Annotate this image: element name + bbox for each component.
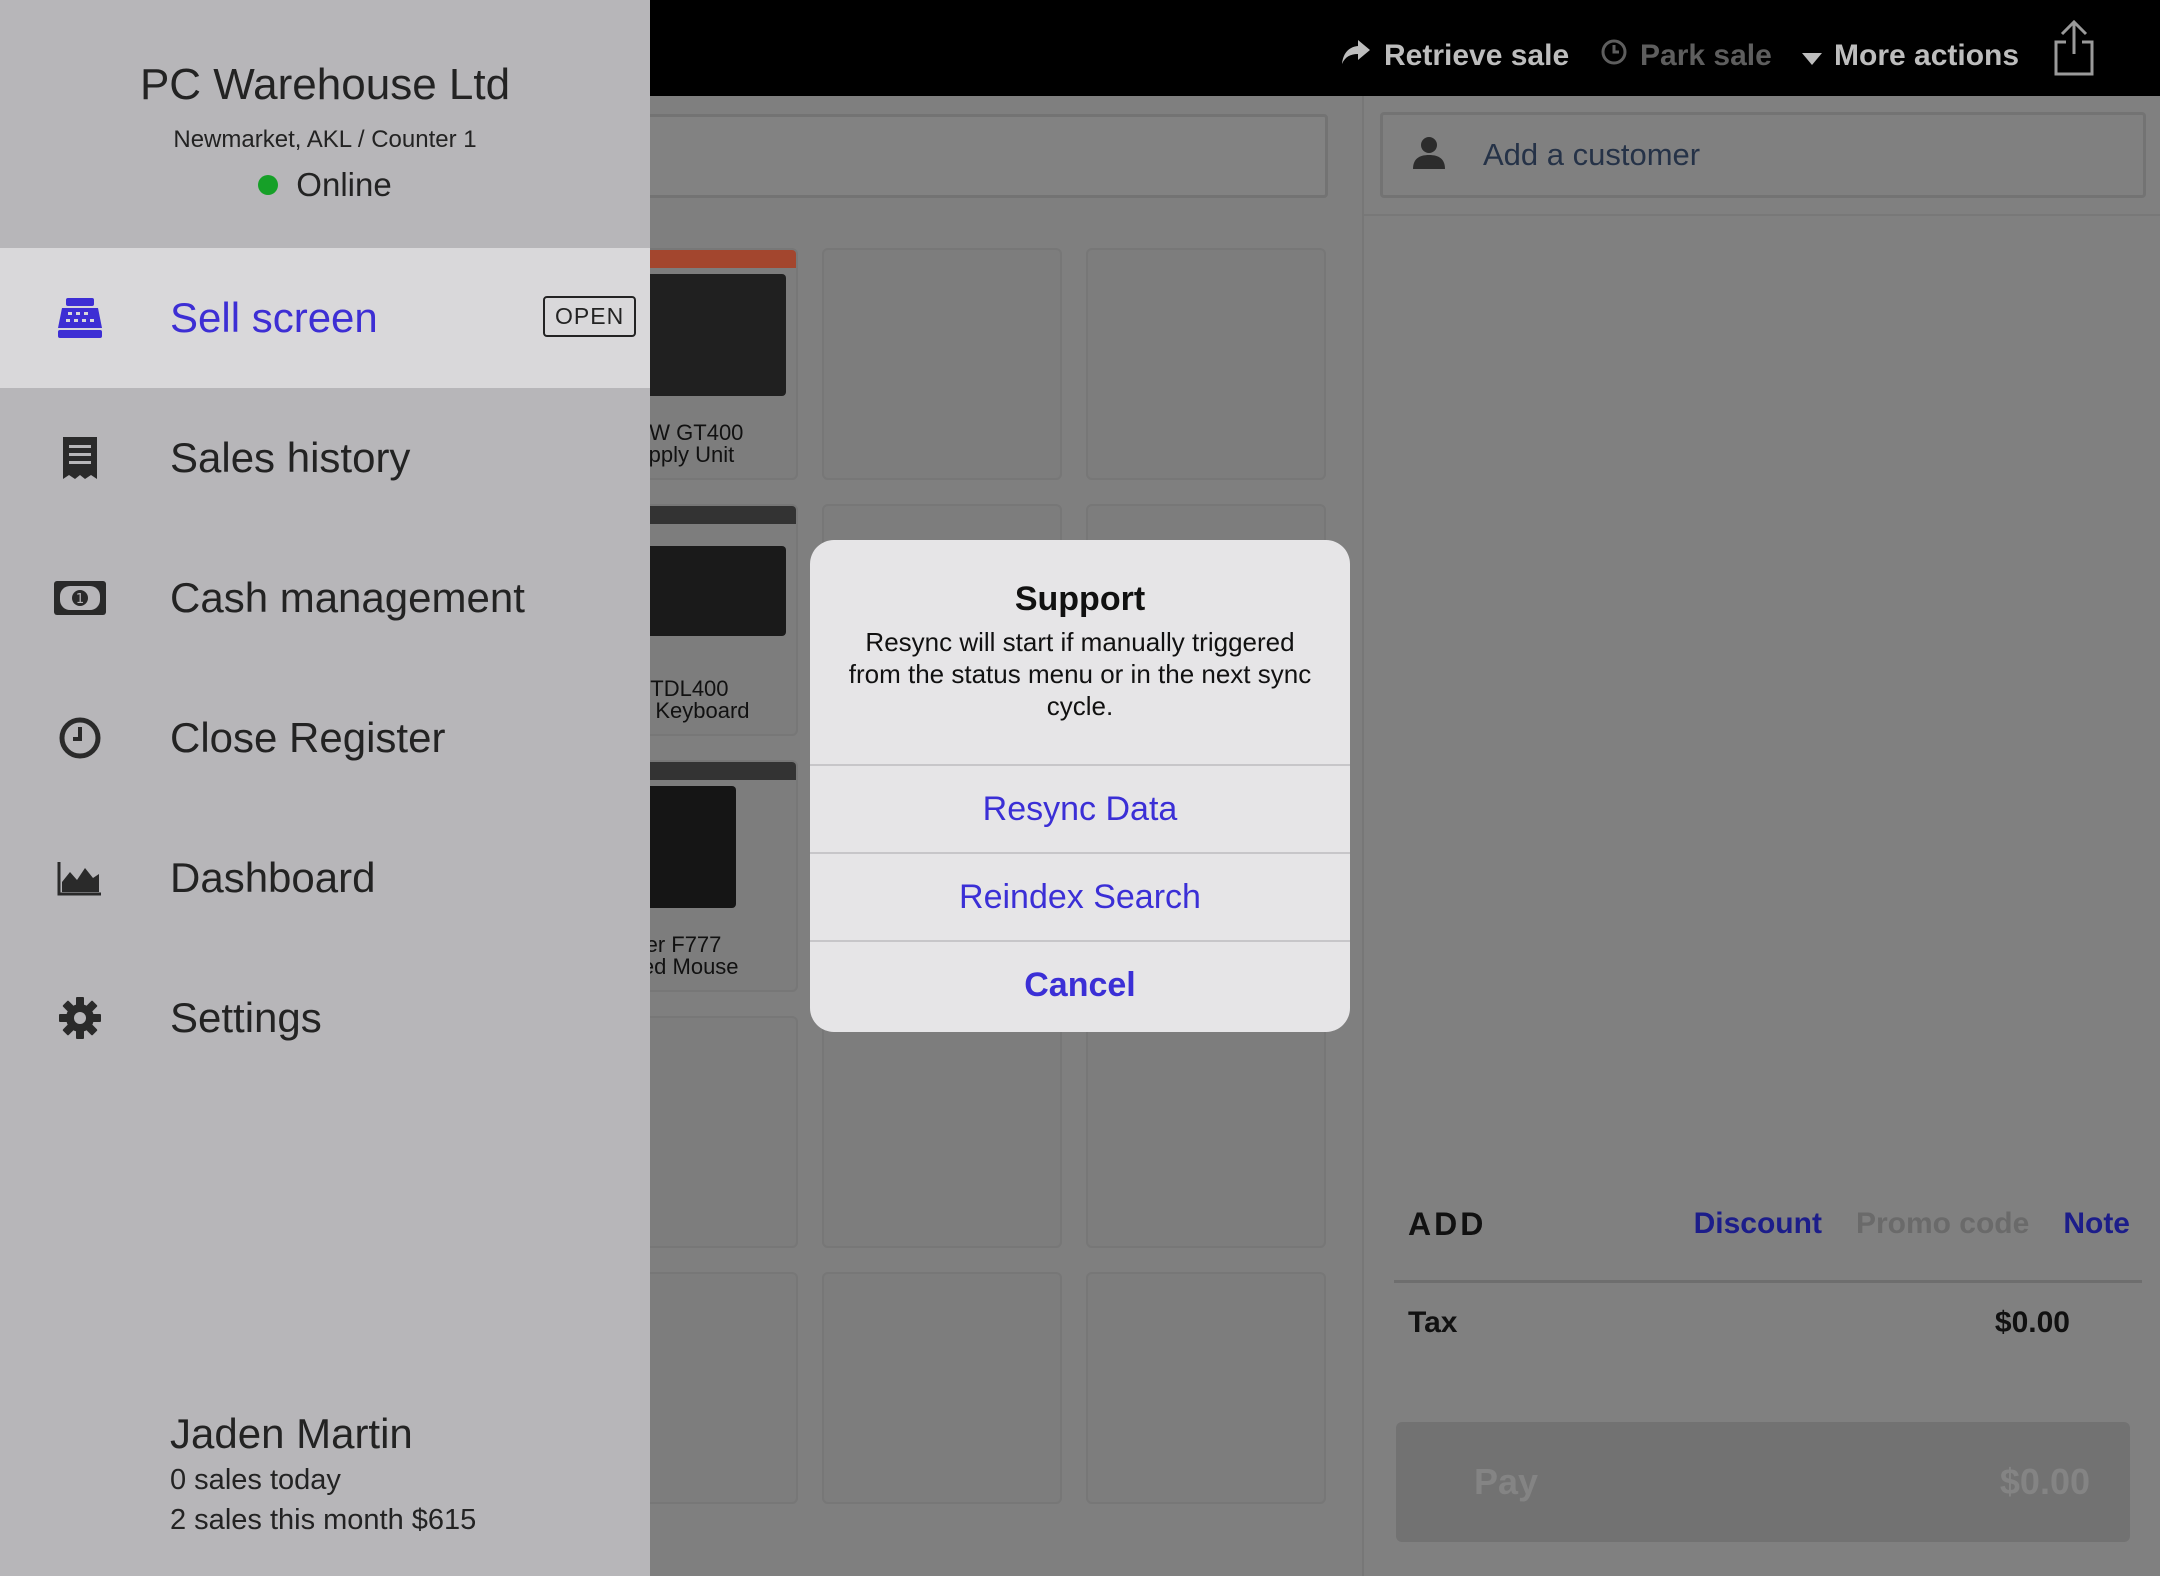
sidebar-item-dashboard[interactable]: Dashboard [0, 808, 650, 948]
sidebar-item-close-register[interactable]: Close Register [0, 668, 650, 808]
add-customer-label: Add a customer [1483, 137, 1701, 172]
promo-code-link[interactable]: Promo code [1856, 1207, 2029, 1241]
empty-tile[interactable] [1086, 1016, 1326, 1248]
sidebar-item-label: Cash management [170, 574, 525, 621]
tax-label: Tax [1408, 1306, 1458, 1339]
sidebar-item-label: Close Register [170, 714, 446, 761]
reindex-search-button[interactable]: Reindex Search [810, 852, 1350, 940]
sidebar-item-sell-screen[interactable]: Sell screen OPEN [0, 248, 650, 388]
status-label: Online [296, 166, 392, 203]
cash-icon: 1 [52, 570, 108, 626]
pay-amount: $0.00 [1999, 1461, 2090, 1502]
gear-icon [52, 990, 108, 1046]
empty-tile[interactable] [822, 1272, 1062, 1504]
register-icon [52, 290, 108, 346]
empty-tile[interactable] [822, 1016, 1062, 1248]
clock-icon [1600, 38, 1628, 74]
discount-link[interactable]: Discount [1694, 1207, 1822, 1241]
sidebar-item-label: Settings [170, 994, 322, 1041]
sales-today: 0 sales today [170, 1464, 341, 1496]
divider [1364, 214, 2160, 216]
pay-label: Pay [1474, 1461, 1539, 1502]
sidebar-item-label: Dashboard [170, 854, 376, 901]
dialog-title: Support [1014, 580, 1146, 618]
empty-tile[interactable] [1086, 1272, 1326, 1504]
support-dialog: Support Resync will start if manually tr… [810, 540, 1350, 1032]
receipt-icon [52, 430, 108, 486]
sale-panel: Add a customer ADD Discount Promo code N… [1362, 96, 2160, 1576]
person-icon [1411, 135, 1447, 176]
add-row: ADD Discount Promo code Note [1408, 1194, 2130, 1254]
cancel-button[interactable]: Cancel [810, 940, 1350, 1028]
sidebar-item-label: Sell screen [170, 294, 378, 341]
product-search-input[interactable] [600, 114, 1328, 198]
empty-tile[interactable] [1086, 248, 1326, 480]
empty-tile[interactable] [822, 248, 1062, 480]
store-name: PC Warehouse Ltd [139, 60, 511, 109]
sidebar-item-label: Sales history [170, 434, 411, 481]
forward-arrow-icon [1340, 38, 1372, 74]
dialog-message: Resync will start if manually triggered … [848, 627, 1312, 721]
svg-text:1: 1 [76, 592, 84, 607]
share-icon[interactable] [2052, 19, 2096, 76]
add-customer-button[interactable]: Add a customer [1380, 112, 2146, 198]
tax-row: Tax $0.00 [1408, 1306, 2070, 1340]
resync-data-button[interactable]: Resync Data [810, 764, 1350, 852]
add-label: ADD [1408, 1205, 1487, 1242]
sidebar: PC Warehouse Ltd Newmarket, AKL / Counte… [0, 0, 650, 1576]
open-status-badge: OPEN [543, 296, 637, 337]
chart-icon [52, 850, 108, 906]
note-link[interactable]: Note [2063, 1207, 2130, 1241]
clock-icon [52, 710, 108, 766]
sidebar-item-settings[interactable]: Settings [0, 948, 650, 1088]
caret-down-icon [1802, 39, 1822, 73]
store-location: Newmarket, AKL / Counter 1 [173, 126, 477, 153]
user-name: Jaden Martin [170, 1410, 413, 1457]
sidebar-item-cash-management[interactable]: 1 Cash management [0, 528, 650, 668]
tax-value: $0.00 [1994, 1306, 2070, 1339]
sales-this-month: 2 sales this month $615 [170, 1504, 477, 1536]
pay-button[interactable]: Pay $0.00 [1396, 1422, 2130, 1542]
divider [1394, 1280, 2142, 1283]
status-dot-icon [258, 175, 279, 195]
connection-status[interactable]: Online [0, 166, 650, 204]
sidebar-item-sales-history[interactable]: Sales history [0, 388, 650, 528]
